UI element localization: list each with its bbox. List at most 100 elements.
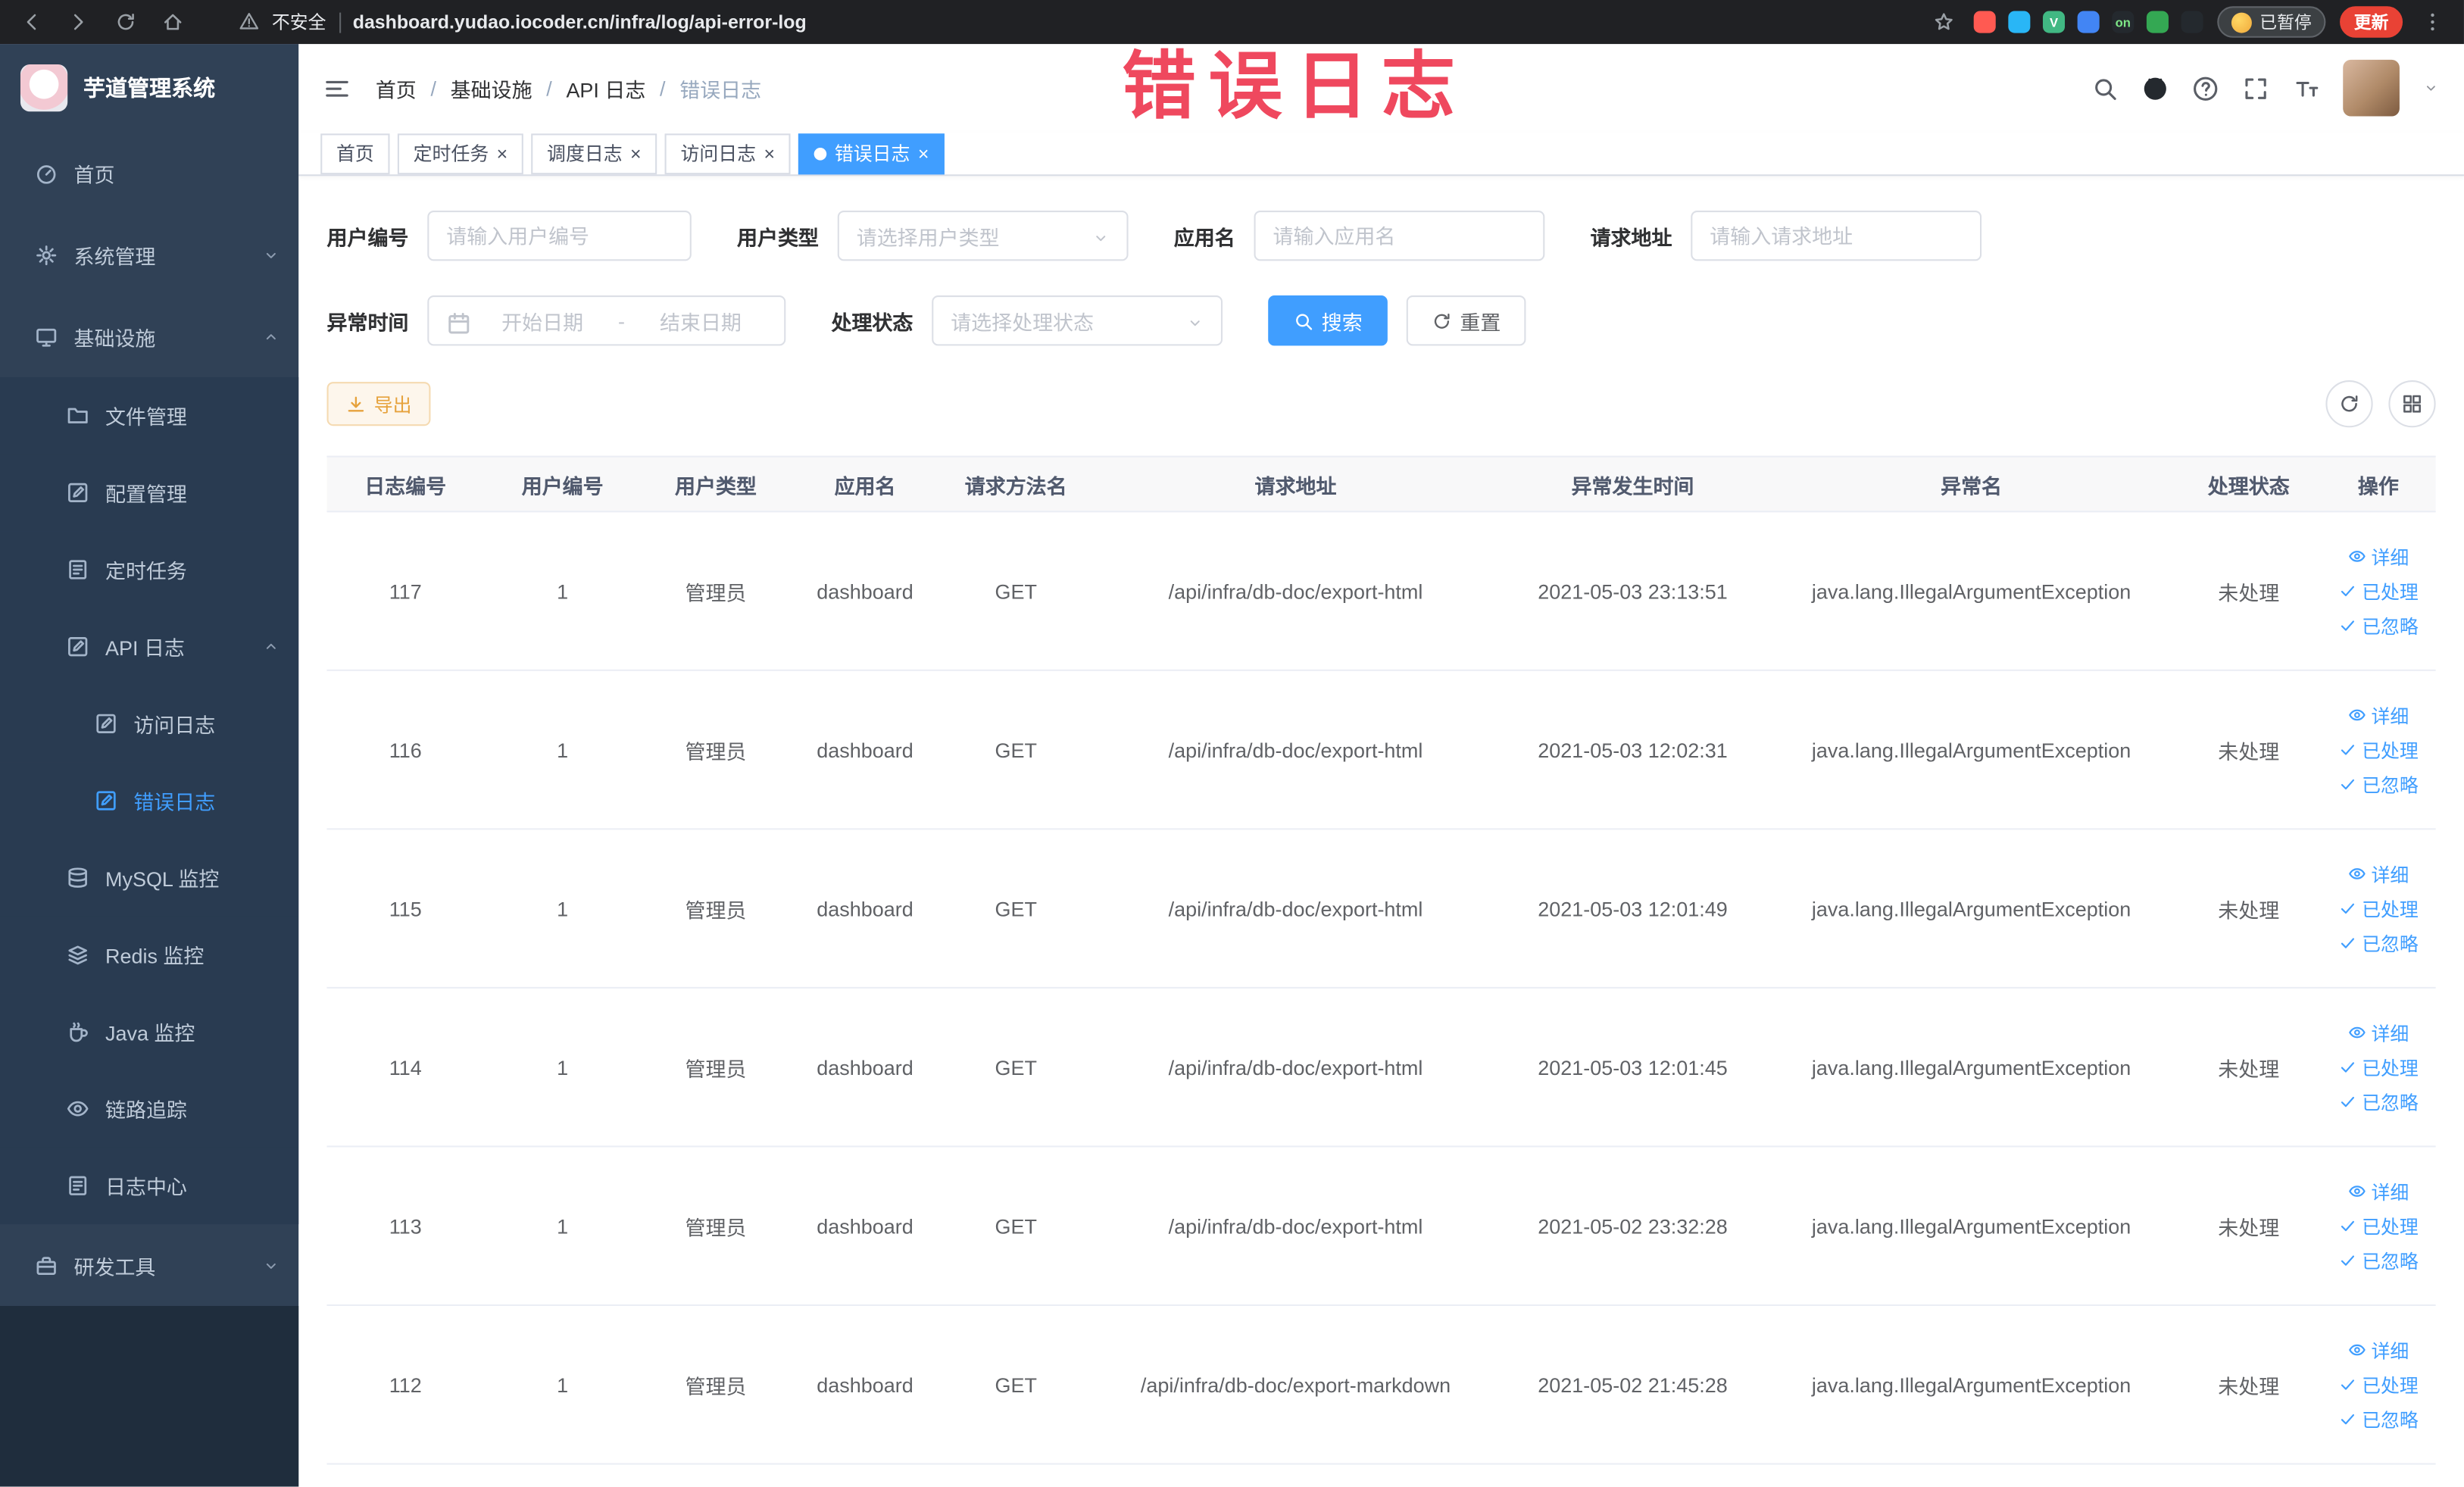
export-button[interactable]: 导出 [326,382,431,426]
user-avatar[interactable] [2343,59,2400,117]
detail-link[interactable]: 详细 [2347,543,2409,570]
table-toolbar: 导出 [298,380,2464,428]
ignored-link[interactable]: 已忽略 [2338,1247,2419,1273]
page-url: dashboard.yudao.iocoder.cn/infra/log/api… [352,11,807,33]
tab-home[interactable]: 首页 [320,133,390,174]
sidebar-item-file-mgmt[interactable]: 文件管理 [0,376,299,455]
request-url-input[interactable] [1691,210,1982,261]
refresh-table-button[interactable] [2325,380,2373,428]
close-icon[interactable]: × [630,144,642,163]
ignored-link[interactable]: 已忽略 [2338,771,2419,798]
processed-link[interactable]: 已处理 [2338,895,2419,921]
fullscreen-button[interactable] [2242,75,2269,102]
browser-home-button[interactable] [157,6,188,37]
collapse-sidebar-button[interactable] [323,75,350,102]
app-name-label: 应用名 [1173,225,1235,249]
sidebar-item-home[interactable]: 首页 [0,132,298,214]
user-menu-caret-button[interactable] [2423,80,2439,96]
processed-link-label: 已处理 [2362,739,2419,762]
detail-link[interactable]: 详细 [2347,701,2409,728]
close-icon[interactable]: × [918,144,929,163]
browser-reload-button[interactable] [110,6,141,37]
sidebar-logo[interactable]: 芋道管理系统 [0,44,298,132]
sidebar-item-error-log[interactable]: 错误日志 [0,762,299,839]
ignored-link[interactable]: 已忽略 [2338,929,2419,956]
sidebar-item-config-mgmt[interactable]: 配置管理 [0,454,299,532]
help-button[interactable] [2192,75,2219,102]
breadcrumb-item[interactable]: 基础设施 [451,73,532,102]
browser-update-button[interactable]: 更新 [2340,6,2403,38]
date-range-separator: - [618,308,626,333]
column-settings-button[interactable] [2388,380,2436,428]
user-id-input[interactable] [427,210,692,261]
exception-time-label: 异常时间 [326,310,409,334]
ignored-link[interactable]: 已忽略 [2338,1089,2419,1115]
processed-link[interactable]: 已处理 [2338,1371,2419,1398]
app-name-input[interactable] [1254,210,1545,261]
detail-link[interactable]: 详细 [2347,1178,2409,1204]
sidebar-item-dev-tools[interactable]: 研发工具 [0,1224,298,1306]
ignored-link[interactable]: 已忽略 [2338,1406,2419,1432]
user-type-select[interactable]: 请选择用户类型 [837,210,1129,261]
reset-button[interactable]: 重置 [1406,295,1526,346]
breadcrumb-item[interactable]: 首页 [376,73,417,102]
sidebar-item-trace[interactable]: 链路追踪 [0,1070,299,1148]
column-header-exception: 异常名 [1941,473,2003,498]
reload-icon [2341,395,2358,412]
processed-link[interactable]: 已处理 [2338,1054,2419,1080]
search-button[interactable]: 搜索 [1268,295,1388,346]
ext-dark-icon[interactable] [2181,11,2203,33]
ext-grid-icon[interactable] [2077,11,2100,33]
cell-user_type: 管理员 [685,1215,747,1239]
check-icon [2341,1379,2354,1390]
processed-link[interactable]: 已处理 [2338,736,2419,763]
tab-scheduled-task[interactable]: 定时任务 × [397,133,523,174]
ext-green-icon[interactable] [2146,11,2169,33]
sidebar-item-system-mgmt[interactable]: 系统管理 [0,214,298,295]
table-body: 117 1 管理员 dashboard GET/api/infra/db-doc/exp… [326,512,2436,1465]
browser-forward-button[interactable] [63,6,94,37]
ext-red-icon[interactable] [1973,11,1996,33]
close-icon[interactable]: × [764,144,775,163]
tab-error-log[interactable]: 错误日志 × [798,133,945,174]
exception-time-range-picker[interactable]: 开始日期 - 结束日期 [427,295,786,346]
browser-menu-button[interactable] [2417,6,2448,37]
sidebar-item-label: Redis 监控 [105,944,205,968]
profile-paused-chip[interactable]: 已暂停 [2217,6,2326,38]
ext-drop-icon[interactable] [2008,11,2031,33]
ext-vue-icon[interactable]: V [2042,11,2066,33]
processed-link[interactable]: 已处理 [2338,577,2419,604]
address-bar[interactable]: 不安全 dashboard.yudao.iocoder.cn/infra/log… [239,8,807,36]
ext-on-icon[interactable]: on [2112,11,2135,33]
detail-link[interactable]: 详细 [2347,1336,2409,1363]
filter-exception-time: 异常时间 开始日期 - 结束日期 [326,295,786,346]
detail-link-label: 详细 [2371,545,2409,568]
sidebar-item-java-monitor[interactable]: Java 监控 [0,993,299,1070]
ignored-link[interactable]: 已忽略 [2338,612,2419,639]
bookmark-star-button[interactable] [1928,6,1960,37]
sidebar-item-infrastructure[interactable]: 基础设施 [0,295,298,377]
font-size-button[interactable] [2293,75,2319,102]
sidebar-item-access-log[interactable]: 访问日志 [0,685,299,763]
detail-link[interactable]: 详细 [2347,1019,2409,1045]
processed-link[interactable]: 已处理 [2338,1213,2419,1239]
sidebar-item-label: 文件管理 [105,405,187,430]
breadcrumb-item[interactable]: API 日志 [566,73,645,102]
redis-icon [68,945,87,965]
sidebar-item-log-center[interactable]: 日志中心 [0,1147,299,1225]
sidebar-item-redis-monitor[interactable]: Redis 监控 [0,916,299,994]
github-link-button[interactable] [2142,75,2169,102]
sidebar-item-scheduled-task[interactable]: 定时任务 [0,531,299,608]
sidebar-item-label: Java 监控 [105,1021,195,1045]
process-status-select[interactable]: 请选择处理状态 [932,295,1223,346]
close-icon[interactable]: × [497,144,508,163]
ignored-link-label: 已忽略 [2362,932,2419,955]
tab-access-log[interactable]: 访问日志 × [664,133,791,174]
sidebar-item-api-log[interactable]: API 日志 [0,608,299,686]
browser-back-button[interactable] [16,6,47,37]
tab-job-log[interactable]: 调度日志 × [531,133,657,174]
sidebar-item-mysql-monitor[interactable]: MySQL 监控 [0,839,299,917]
detail-link[interactable]: 详细 [2347,861,2409,887]
sidebar-item-label: 系统管理 [73,244,156,268]
header-search-button[interactable] [2091,75,2118,102]
